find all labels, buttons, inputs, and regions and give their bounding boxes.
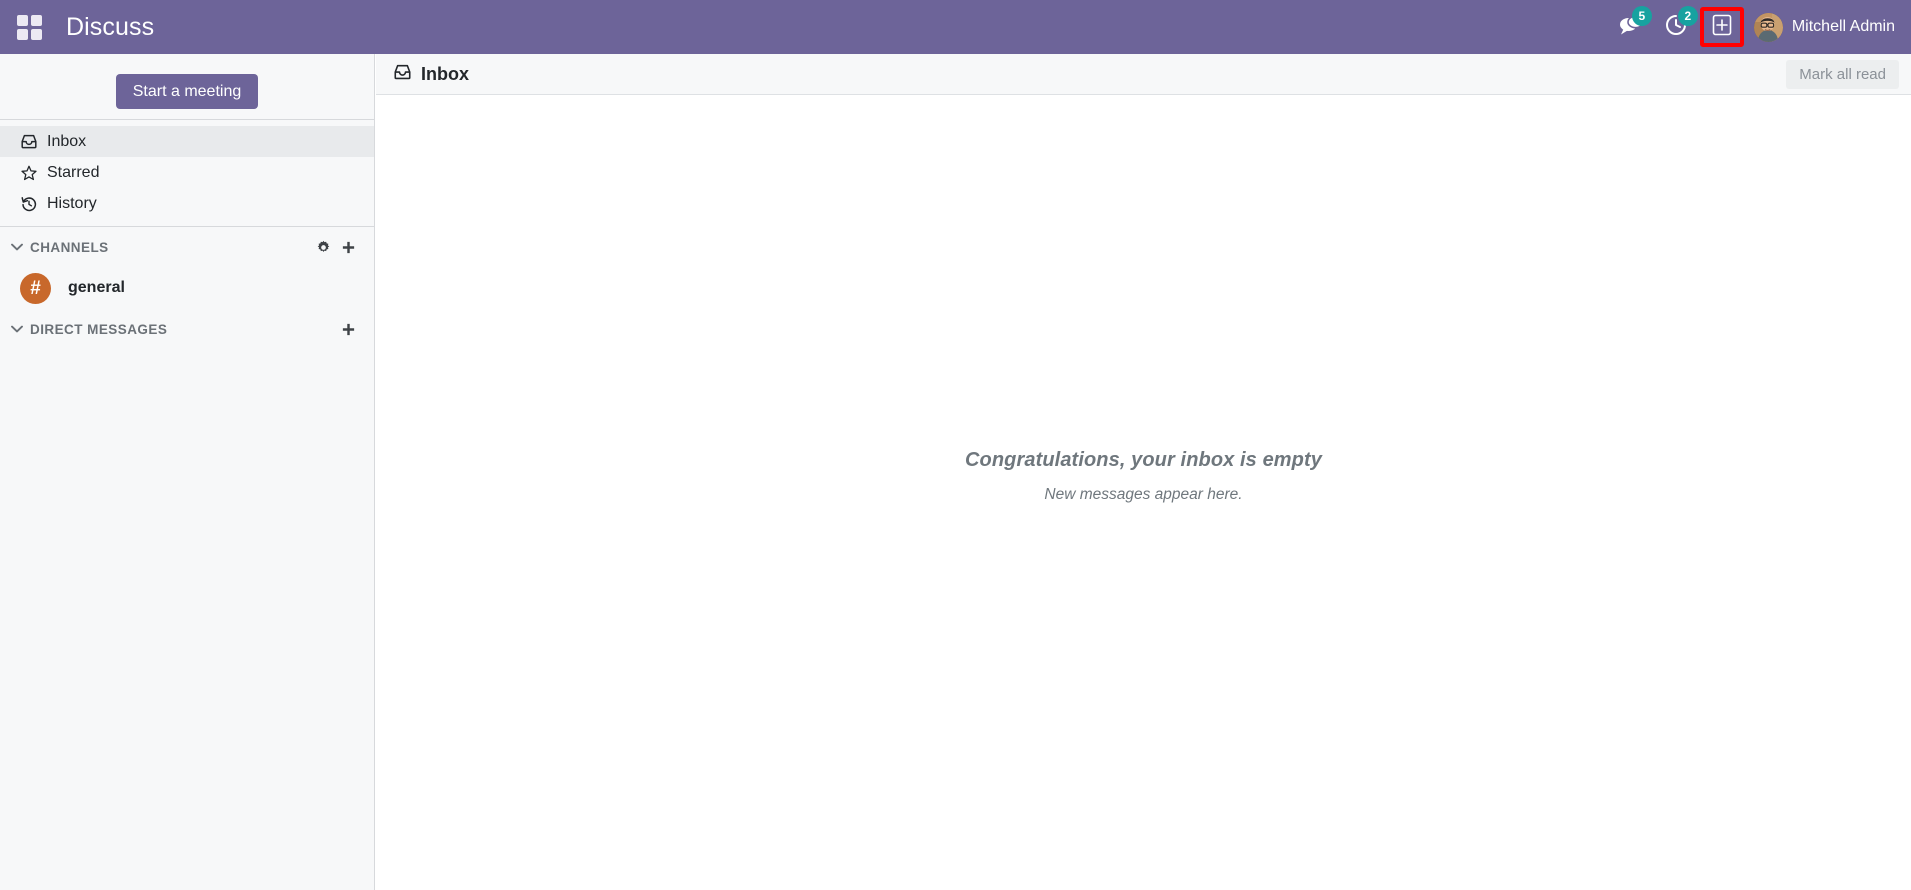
start-meeting-row: Start a meeting <box>0 54 374 119</box>
channels-section-header: CHANNELS <box>0 227 374 267</box>
thread-header: Inbox Mark all read <box>376 54 1911 95</box>
direct-messages-section-actions <box>341 322 356 337</box>
discuss-main-panel: Inbox Mark all read Congratulations, you… <box>376 54 1911 890</box>
sidebar-item-starred[interactable]: Starred <box>0 157 374 188</box>
activities-menu-button[interactable]: 2 <box>1654 0 1698 54</box>
sidebar-item-label: Inbox <box>47 132 87 150</box>
plus-icon[interactable] <box>341 322 356 337</box>
channel-name-label: general <box>68 279 125 296</box>
sidebar-item-label: Starred <box>47 163 100 181</box>
messages-menu-button[interactable]: 5 <box>1608 0 1654 54</box>
apps-menu-button[interactable] <box>12 10 46 44</box>
sidebar-item-inbox[interactable]: Inbox <box>0 126 374 157</box>
plus-square-icon <box>1711 14 1733 41</box>
thread-title: Inbox <box>421 63 469 84</box>
apps-grid-icon <box>16 14 42 40</box>
discuss-sidebar: Start a meeting Inbox Starred History CH… <box>0 54 375 890</box>
messages-count-badge: 5 <box>1631 6 1652 26</box>
direct-messages-section-header: DIRECT MESSAGES <box>0 309 374 349</box>
start-meeting-button[interactable]: Start a meeting <box>115 73 259 110</box>
empty-state-subtitle: New messages appear here. <box>1044 486 1243 503</box>
empty-state-title: Congratulations, your inbox is empty <box>965 449 1322 471</box>
page-title: Discuss <box>66 12 155 41</box>
empty-state: Congratulations, your inbox is empty New… <box>376 449 1911 504</box>
top-navbar: Discuss 5 2 Mitchell Admin <box>0 0 1911 54</box>
channel-avatar: # <box>20 272 51 304</box>
chevron-down-icon[interactable] <box>8 243 26 251</box>
thread-title-wrap: Inbox <box>394 64 469 85</box>
chevron-down-icon[interactable] <box>8 325 26 333</box>
user-menu-button[interactable]: Mitchell Admin <box>1744 12 1897 42</box>
direct-messages-section-title[interactable]: DIRECT MESSAGES <box>30 322 167 337</box>
navbar-right-menu: 5 2 Mitchell Admin <box>1608 0 1897 54</box>
plus-icon[interactable] <box>341 240 356 255</box>
history-icon <box>21 196 43 212</box>
inbox-icon <box>21 134 43 149</box>
user-name-label: Mitchell Admin <box>1791 18 1895 35</box>
mailbox-list: Inbox Starred History <box>0 120 374 226</box>
channels-section-actions <box>316 240 356 255</box>
mark-all-read-button[interactable]: Mark all read <box>1786 59 1899 89</box>
gear-icon[interactable] <box>316 240 331 255</box>
avatar <box>1753 12 1783 42</box>
channels-section-title[interactable]: CHANNELS <box>30 240 109 255</box>
new-message-button[interactable] <box>1699 7 1744 47</box>
sidebar-channel-general[interactable]: # general <box>0 267 374 309</box>
inbox-icon <box>394 64 411 85</box>
sidebar-item-history[interactable]: History <box>0 188 374 219</box>
sidebar-item-label: History <box>47 194 97 212</box>
star-icon <box>21 165 43 181</box>
activities-count-badge: 2 <box>1677 6 1698 26</box>
